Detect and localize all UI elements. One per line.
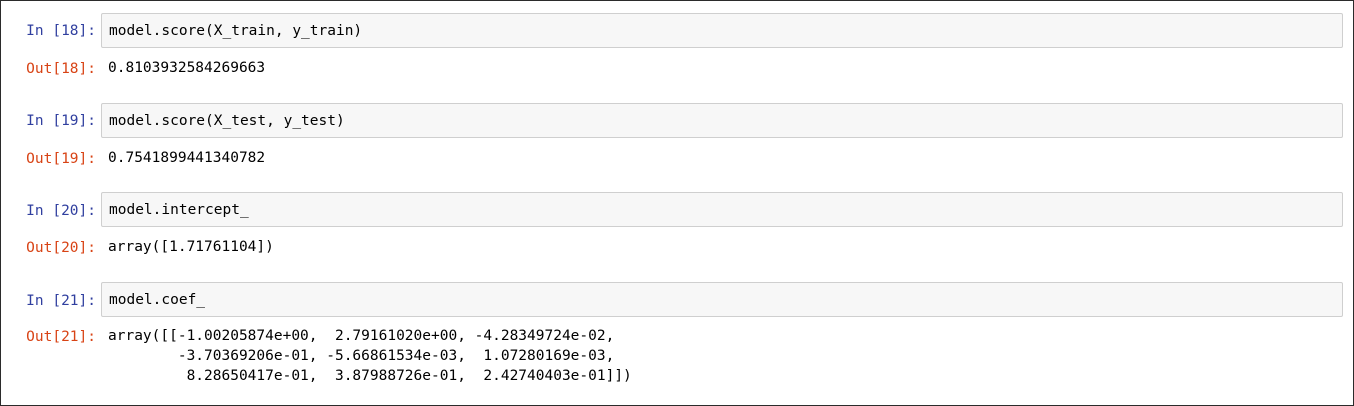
in-prompt: In [19]: (26, 113, 96, 129)
code-input[interactable]: model.score(X_train, y_train) (101, 13, 1343, 48)
out-prompt: Out[18]: (26, 61, 96, 77)
notebook-panel: In [18]: model.score(X_train, y_train) O… (0, 0, 1354, 406)
cell-output: 0.7541899441340782 (108, 150, 266, 166)
cell-output-line: array([[-1.00205874e+00, 2.79161020e+00,… (108, 328, 615, 344)
in-prompt: In [20]: (26, 203, 96, 219)
out-prompt: Out[19]: (26, 151, 96, 167)
code-input[interactable]: model.score(X_test, y_test) (101, 103, 1343, 138)
cell-output: 0.8103932584269663 (108, 60, 266, 76)
code-text: model.coef_ (109, 292, 206, 308)
code-input[interactable]: model.coef_ (101, 282, 1343, 317)
out-prompt: Out[20]: (26, 240, 96, 256)
in-prompt: In [21]: (26, 293, 96, 309)
code-text: model.score(X_train, y_train) (109, 23, 363, 39)
in-prompt: In [18]: (26, 23, 96, 39)
code-input[interactable]: model.intercept_ (101, 192, 1343, 227)
cell-output-line: 8.28650417e-01, 3.87988726e-01, 2.427404… (108, 368, 632, 384)
code-text: model.intercept_ (109, 202, 249, 218)
cell-output: array([1.71761104]) (108, 239, 274, 255)
code-text: model.score(X_test, y_test) (109, 113, 345, 129)
out-prompt: Out[21]: (26, 329, 96, 345)
cell-output-line: -3.70369206e-01, -5.66861534e-03, 1.0728… (108, 348, 615, 364)
